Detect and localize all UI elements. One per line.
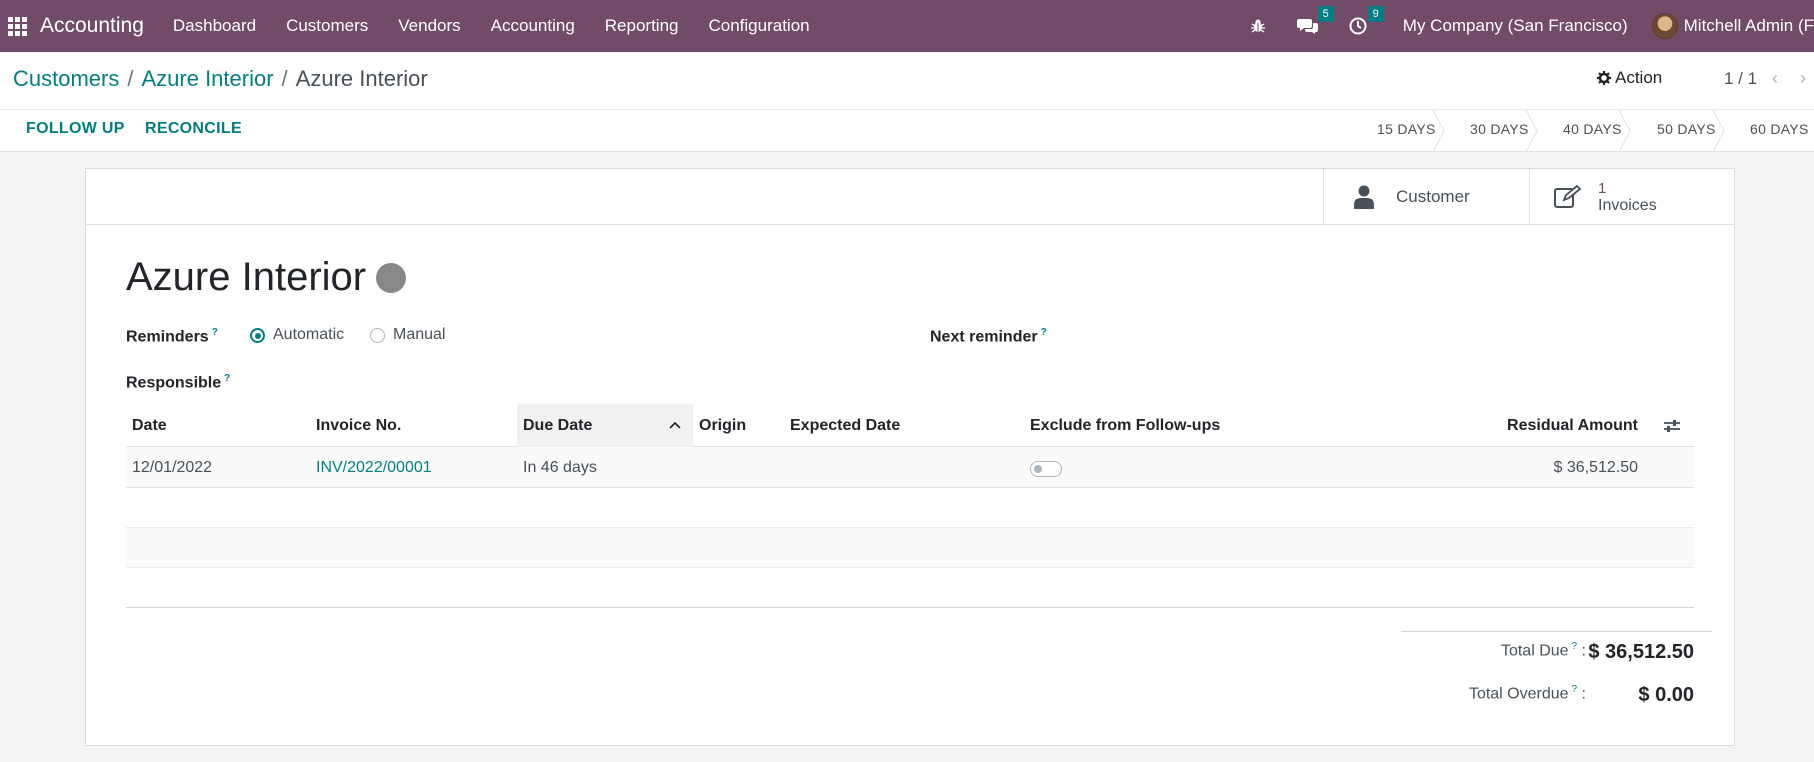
activities-badge: 9 bbox=[1367, 6, 1384, 22]
stage-separator-icon bbox=[1618, 110, 1631, 152]
empty-row bbox=[126, 528, 1694, 568]
pager-previous-icon[interactable]: ‹ bbox=[1772, 68, 1778, 89]
stage-30-days[interactable]: 30 DAYS bbox=[1470, 121, 1529, 137]
menu-dashboard[interactable]: Dashboard bbox=[158, 0, 271, 52]
menu-vendors[interactable]: Vendors bbox=[383, 0, 475, 52]
col-date[interactable]: Date bbox=[126, 404, 310, 447]
cell-due-date: In 46 days bbox=[523, 459, 597, 476]
messages-icon[interactable]: 5 bbox=[1296, 6, 1334, 38]
activities-clock-icon[interactable]: 9 bbox=[1346, 6, 1384, 38]
col-exclude[interactable]: Exclude from Follow-ups bbox=[1024, 404, 1324, 447]
breadcrumb-separator: / bbox=[127, 66, 134, 91]
app-name[interactable]: Accounting bbox=[40, 14, 144, 38]
company-switcher[interactable]: My Company (San Francisco) bbox=[1403, 16, 1628, 36]
cell-residual-amount: $ 36,512.50 bbox=[1553, 459, 1638, 476]
messages-badge: 5 bbox=[1317, 6, 1334, 22]
customer-smart-label: Customer bbox=[1396, 187, 1470, 206]
next-reminder-label: Next reminder? bbox=[930, 327, 1047, 346]
status-dot-icon bbox=[376, 262, 407, 293]
menu-reporting[interactable]: Reporting bbox=[590, 0, 694, 52]
cell-invoice-no[interactable]: INV/2022/00001 bbox=[310, 447, 432, 488]
stage-separator-icon bbox=[1525, 110, 1538, 152]
smart-button-box: Customer 1 Invoices bbox=[86, 169, 1734, 225]
stage-separator-icon bbox=[1432, 110, 1445, 152]
breadcrumb: Customers / Azure Interior / Azure Inter… bbox=[13, 66, 428, 92]
apps-menu-icon[interactable] bbox=[0, 0, 34, 52]
invoices-count: 1 bbox=[1598, 179, 1607, 197]
radio-manual-label: Manual bbox=[393, 326, 446, 343]
responsible-label: Responsible? bbox=[126, 373, 231, 392]
reminders-manual-radio[interactable]: Manual bbox=[370, 326, 445, 344]
sort-ascending-icon bbox=[669, 421, 681, 429]
control-divider bbox=[0, 109, 1814, 110]
radio-automatic-label: Automatic bbox=[273, 326, 345, 343]
breadcrumb-separator: / bbox=[281, 66, 288, 91]
col-due-date[interactable]: Due Date bbox=[517, 404, 693, 447]
stage-60-days[interactable]: 60 DAYS bbox=[1750, 121, 1809, 137]
col-origin[interactable]: Origin bbox=[693, 404, 784, 447]
pager-value[interactable]: 1 / 1 bbox=[1724, 69, 1757, 89]
top-navbar: Accounting Dashboard Customers Vendors A… bbox=[0, 0, 1814, 52]
empty-row bbox=[126, 568, 1694, 608]
optional-columns-icon[interactable] bbox=[1663, 418, 1681, 434]
total-due-value: $ 36,512.50 bbox=[1588, 641, 1694, 663]
control-panel: Customers / Azure Interior / Azure Inter… bbox=[0, 52, 1814, 152]
partner-name: Azure Interior bbox=[126, 255, 367, 299]
stage-40-days[interactable]: 40 DAYS bbox=[1563, 121, 1622, 137]
user-menu[interactable]: Mitchell Admin (F bbox=[1684, 16, 1814, 36]
pager-next-icon[interactable]: › bbox=[1800, 68, 1806, 89]
table-row[interactable]: 12/01/2022 INV/2022/00001 In 46 days $ 3… bbox=[126, 447, 1694, 488]
reconcile-button[interactable]: RECONCILE bbox=[145, 120, 242, 138]
cell-origin bbox=[693, 447, 699, 488]
col-expected-date[interactable]: Expected Date bbox=[784, 404, 1024, 447]
col-invoice-no[interactable]: Invoice No. bbox=[310, 404, 517, 447]
total-overdue-value: $ 0.00 bbox=[1638, 684, 1694, 706]
debug-bug-icon[interactable] bbox=[1246, 14, 1270, 38]
stage-15-days[interactable]: 15 DAYS bbox=[1377, 121, 1436, 137]
col-residual-amount[interactable]: Residual Amount bbox=[1386, 404, 1646, 447]
follow-up-button[interactable]: FOLLOW UP bbox=[26, 120, 125, 138]
help-icon[interactable]: ? bbox=[224, 373, 230, 384]
partner-title: Azure Interior bbox=[126, 255, 407, 300]
action-menu-button[interactable]: Action bbox=[1597, 68, 1662, 88]
menu-customers[interactable]: Customers bbox=[271, 0, 383, 52]
breadcrumb-customers[interactable]: Customers bbox=[13, 66, 119, 92]
user-icon bbox=[1354, 185, 1374, 209]
stage-50-days[interactable]: 50 DAYS bbox=[1657, 121, 1716, 137]
reminders-label: Reminders? bbox=[126, 327, 218, 346]
radio-checked-icon bbox=[250, 327, 265, 343]
gear-icon bbox=[1597, 71, 1611, 85]
invoices-label: Invoices bbox=[1598, 196, 1657, 214]
breadcrumb-current: Azure Interior bbox=[295, 66, 428, 91]
exclude-followup-toggle[interactable] bbox=[1030, 461, 1062, 477]
invoices-smart-button[interactable]: 1 Invoices bbox=[1529, 169, 1735, 225]
help-icon[interactable]: ? bbox=[1041, 327, 1047, 338]
radio-unchecked-icon bbox=[370, 327, 385, 343]
empty-row bbox=[126, 488, 1694, 528]
edit-icon bbox=[1554, 185, 1582, 208]
form-sheet: Customer 1 Invoices Azure Interior Remin… bbox=[85, 168, 1735, 746]
menu-configuration[interactable]: Configuration bbox=[694, 0, 825, 52]
breadcrumb-azure-interior[interactable]: Azure Interior bbox=[141, 66, 273, 92]
help-icon[interactable]: ? bbox=[212, 327, 218, 338]
totals-divider bbox=[1401, 631, 1712, 632]
cell-expected-date bbox=[784, 447, 790, 488]
stage-separator-icon bbox=[1712, 110, 1725, 152]
table-header: Date Invoice No. Due Date Origin Expecte… bbox=[126, 404, 1694, 447]
action-label: Action bbox=[1615, 68, 1663, 87]
reminders-automatic-radio[interactable]: Automatic bbox=[250, 326, 344, 344]
cell-date: 12/01/2022 bbox=[132, 459, 213, 476]
menu-accounting[interactable]: Accounting bbox=[476, 0, 590, 52]
user-avatar[interactable] bbox=[1651, 13, 1678, 39]
invoice-lines-table: Date Invoice No. Due Date Origin Expecte… bbox=[126, 404, 1694, 608]
customer-smart-button[interactable]: Customer bbox=[1323, 169, 1529, 225]
